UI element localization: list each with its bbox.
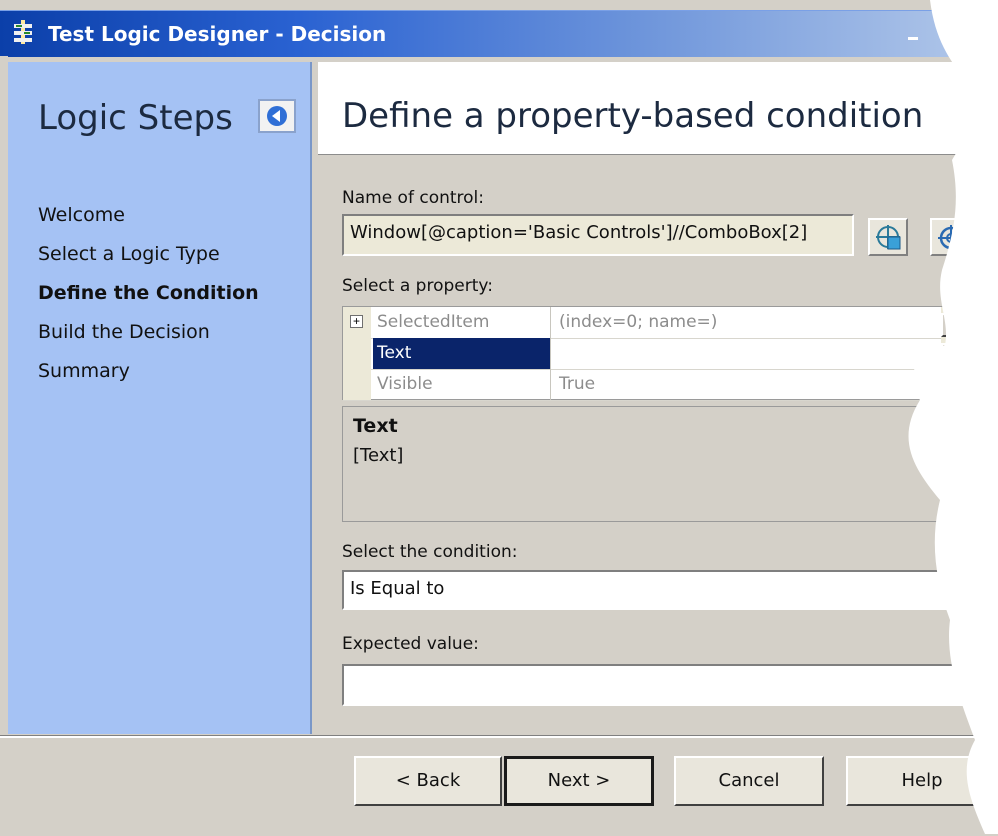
step-select-logic-type[interactable]: Select a Logic Type	[38, 241, 259, 280]
property-grid[interactable]: + SelectedItem (index=0; name=) Text Vis…	[342, 306, 962, 401]
property-value	[555, 338, 941, 369]
condition-select[interactable]: Is Equal to	[342, 570, 982, 610]
steps-list: Welcome Select a Logic Type Define the C…	[38, 202, 259, 397]
property-label: Select a property:	[342, 276, 493, 296]
help-button[interactable]: Help	[846, 756, 998, 806]
control-name-field[interactable]: Window[@caption='Basic Controls']//Combo…	[342, 214, 854, 256]
title-bar[interactable]: Test Logic Designer - Decision	[0, 10, 998, 57]
target-control-button[interactable]	[930, 218, 970, 256]
collapse-sidebar-button[interactable]	[258, 99, 296, 133]
description-title: Text	[353, 415, 398, 437]
scroll-up-button[interactable]	[941, 313, 961, 337]
step-summary[interactable]: Summary	[38, 358, 259, 397]
control-picker-icon	[876, 225, 901, 250]
designer-app-icon	[12, 20, 34, 44]
scroll-thumb[interactable]	[941, 343, 961, 367]
minimize-icon[interactable]	[904, 25, 926, 43]
main-panel: Define a property-based condition Name o…	[318, 62, 998, 734]
logic-steps-sidebar: Logic Steps Welcome Select a Logic Type …	[8, 62, 312, 734]
back-button[interactable]: < Back	[354, 756, 502, 806]
property-description-panel: Text [Text]	[342, 406, 982, 522]
expand-plus-icon[interactable]: +	[350, 315, 363, 328]
property-name: SelectedItem	[373, 307, 551, 338]
property-name: Text	[373, 338, 551, 369]
grid-gutter: +	[343, 307, 371, 338]
sidebar-heading: Logic Steps	[38, 98, 233, 138]
property-grid-scrollbar[interactable]	[941, 307, 961, 399]
condition-label: Select the condition:	[342, 542, 518, 562]
next-button[interactable]: Next >	[504, 756, 654, 806]
window-frame	[0, 56, 8, 736]
grid-gutter	[343, 369, 371, 400]
step-welcome[interactable]: Welcome	[38, 202, 259, 241]
crosshair-target-icon	[938, 225, 964, 251]
expected-value-input[interactable]	[342, 664, 982, 706]
collapse-left-arrow-icon	[267, 106, 287, 126]
property-row-visible[interactable]: Visible True	[343, 369, 941, 401]
expected-value-label: Expected value:	[342, 634, 479, 654]
property-row-selecteditem[interactable]: + SelectedItem (index=0; name=)	[343, 307, 941, 339]
property-name: Visible	[373, 369, 551, 400]
step-build-decision[interactable]: Build the Decision	[38, 319, 259, 358]
property-value: (index=0; name=)	[559, 312, 718, 332]
control-name-label: Name of control:	[342, 188, 485, 208]
page-header: Define a property-based condition	[318, 62, 998, 155]
property-row-text[interactable]: Text	[343, 338, 941, 370]
test-logic-designer-window: Test Logic Designer - Decision Logic Ste…	[0, 0, 998, 836]
step-define-condition[interactable]: Define the Condition	[38, 280, 259, 319]
description-text: [Text]	[353, 445, 404, 466]
pick-control-button[interactable]	[868, 218, 908, 256]
property-value: True	[559, 374, 596, 394]
window-title: Test Logic Designer - Decision	[48, 22, 387, 46]
grid-gutter	[343, 338, 371, 369]
cancel-button[interactable]: Cancel	[674, 756, 824, 806]
page-title: Define a property-based condition	[342, 96, 924, 136]
scroll-up-arrow-icon	[946, 321, 956, 328]
wizard-footer: < Back Next > Cancel Help	[0, 736, 998, 836]
